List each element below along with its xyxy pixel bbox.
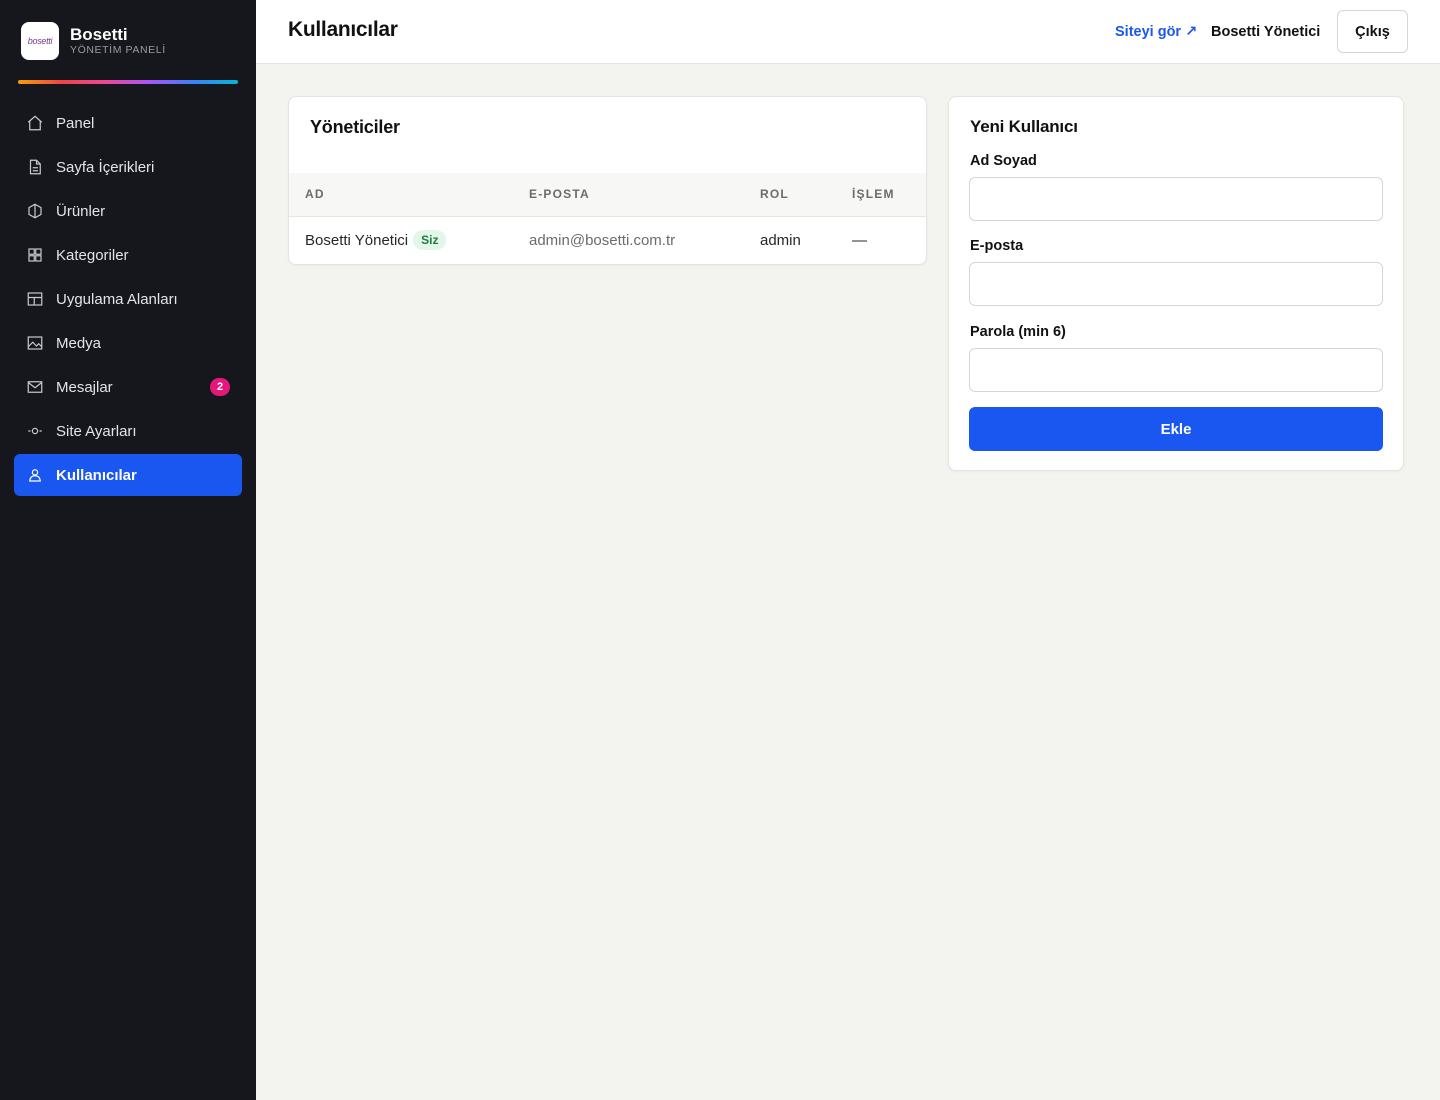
sidebar-nav: Panel Sayfa İçerikleri Ürünler Kategoril… xyxy=(14,102,242,498)
logout-button[interactable]: Çıkış xyxy=(1337,10,1408,53)
password-label: Parola (min 6) xyxy=(970,324,1066,340)
sidebar-item-label: Sayfa İçerikleri xyxy=(56,158,155,176)
admins-card-title: Yöneticiler xyxy=(310,117,400,137)
name-label: Ad Soyad xyxy=(970,153,1037,169)
cell-name: Bosetti Yönetici Siz xyxy=(289,216,529,264)
home-icon xyxy=(26,114,44,132)
cell-role: admin xyxy=(760,231,801,249)
password-input[interactable] xyxy=(969,348,1383,392)
document-icon xyxy=(26,158,44,176)
sidebar-item-panel[interactable]: Panel xyxy=(14,102,242,144)
email-input[interactable] xyxy=(969,262,1383,306)
column-header-action: İŞLEM xyxy=(852,187,895,202)
column-header-name: AD xyxy=(305,187,325,202)
admins-card: Yöneticiler AD E-POSTA ROL İŞLEM Bosetti… xyxy=(288,96,927,265)
brand-name: Bosetti xyxy=(70,25,128,45)
brand[interactable]: bosetti Bosetti YÖNETİM PANELİ xyxy=(21,22,166,60)
image-icon xyxy=(26,334,44,352)
sidebar-item-label: Kategoriler xyxy=(56,246,129,264)
sidebar-item-label: Medya xyxy=(56,334,102,352)
new-user-card-title: Yeni Kullanıcı xyxy=(970,117,1078,136)
sidebar-item-label: Ürünler xyxy=(56,202,106,220)
table-row: Bosetti Yönetici Siz admin@bosetti.com.tr… xyxy=(289,216,926,264)
sidebar-item-label: Panel xyxy=(56,114,95,132)
sidebar-item-application-areas[interactable]: Uygulama Alanları xyxy=(14,278,242,320)
box-icon xyxy=(26,202,44,220)
cell-email: admin@bosetti.com.tr xyxy=(529,231,676,249)
topbar: Kullanıcılar Siteyi gör ↗ Bosetti Yöneti… xyxy=(256,0,1440,64)
view-site-link[interactable]: Siteyi gör ↗ xyxy=(1115,24,1197,40)
sidebar-item-label: Site Ayarları xyxy=(56,422,137,440)
column-header-email: E-POSTA xyxy=(529,187,590,202)
sidebar-item-label: Mesajlar xyxy=(56,378,113,396)
sidebar-item-users[interactable]: Kullanıcılar xyxy=(14,454,242,496)
unread-count-badge: 2 xyxy=(210,378,230,396)
brand-text: Bosetti YÖNETİM PANELİ xyxy=(70,26,166,56)
cell-action: — xyxy=(852,231,867,249)
sidebar-item-messages[interactable]: Mesajlar 2 xyxy=(14,366,242,408)
table-header-row: AD E-POSTA ROL İŞLEM xyxy=(289,173,926,216)
layout-icon xyxy=(26,290,44,308)
grid-icon xyxy=(26,246,44,264)
brand-logo: bosetti xyxy=(21,22,59,60)
mail-icon xyxy=(26,378,44,396)
admins-table: AD E-POSTA ROL İŞLEM Bosetti Yönetici Siz… xyxy=(289,173,926,264)
column-header-role: ROL xyxy=(760,187,789,202)
sidebar-item-page-contents[interactable]: Sayfa İçerikleri xyxy=(14,146,242,188)
name-input[interactable] xyxy=(969,177,1383,221)
current-user-badge: Siz xyxy=(413,230,447,251)
sidebar-item-label: Uygulama Alanları xyxy=(56,290,178,308)
sidebar-item-products[interactable]: Ürünler xyxy=(14,190,242,232)
sidebar-item-label: Kullanıcılar xyxy=(56,466,137,484)
add-user-button[interactable]: Ekle xyxy=(969,407,1383,451)
new-user-card: Yeni Kullanıcı Ad Soyad E-posta Parola (… xyxy=(948,96,1404,471)
user-icon xyxy=(26,466,44,484)
brand-divider xyxy=(18,80,238,84)
user-name-text: Bosetti Yönetici xyxy=(305,232,409,250)
page-title: Kullanıcılar xyxy=(288,18,398,41)
sidebar: bosetti Bosetti YÖNETİM PANELİ Panel Say… xyxy=(0,0,256,1100)
settings-icon xyxy=(26,422,44,440)
sidebar-item-media[interactable]: Medya xyxy=(14,322,242,364)
current-user-name: Bosetti Yönetici xyxy=(1211,24,1321,40)
brand-subtitle: YÖNETİM PANELİ xyxy=(70,44,166,57)
sidebar-item-categories[interactable]: Kategoriler xyxy=(14,234,242,276)
sidebar-item-site-settings[interactable]: Site Ayarları xyxy=(14,410,242,452)
email-label: E-posta xyxy=(970,238,1024,254)
